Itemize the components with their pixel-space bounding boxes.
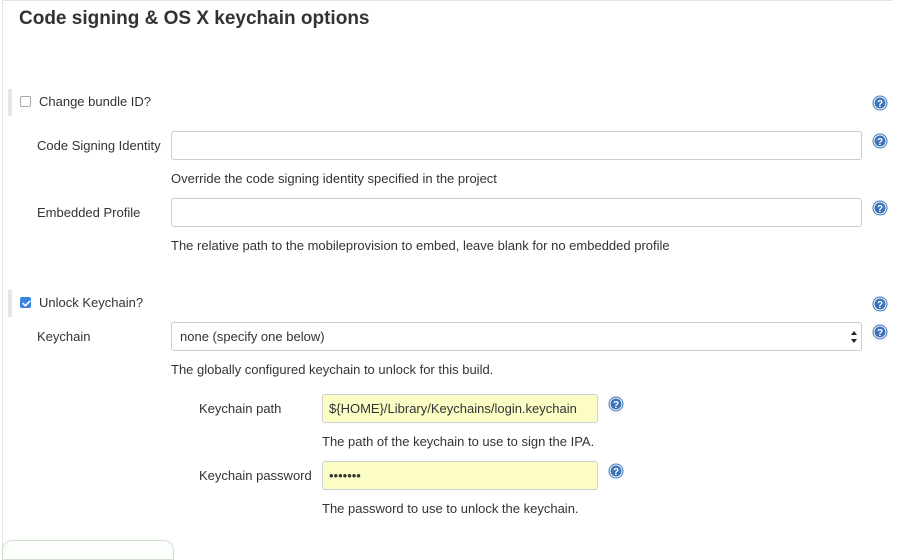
keychain-label: Keychain bbox=[37, 329, 91, 344]
option-marker-bar bbox=[8, 290, 12, 317]
checkmark-icon bbox=[22, 300, 31, 307]
embedded-profile-description: The relative path to the mobileprovision… bbox=[171, 238, 670, 253]
section-left-divider bbox=[2, 0, 3, 550]
svg-text:?: ? bbox=[877, 137, 883, 148]
help-icon[interactable]: ? bbox=[872, 95, 888, 111]
keychain-path-description: The path of the keychain to use to sign … bbox=[322, 434, 595, 449]
option-marker-bar bbox=[8, 89, 12, 116]
code-signing-section: Code signing & OS X keychain options Cha… bbox=[0, 0, 907, 560]
section-title: Code signing & OS X keychain options bbox=[19, 8, 370, 29]
svg-text:?: ? bbox=[613, 400, 619, 411]
svg-text:?: ? bbox=[877, 99, 883, 110]
keychain-select[interactable]: none (specify one below) bbox=[171, 322, 862, 351]
keychain-description: The globally configured keychain to unlo… bbox=[171, 362, 494, 377]
change-bundle-id-label[interactable]: Change bundle ID? bbox=[39, 94, 151, 109]
code-signing-identity-input[interactable] bbox=[171, 131, 862, 160]
change-bundle-id-checkbox[interactable] bbox=[20, 96, 31, 107]
help-icon[interactable]: ? bbox=[872, 296, 888, 312]
keychain-select-value: none (specify one below) bbox=[180, 329, 325, 344]
svg-text:?: ? bbox=[877, 300, 883, 311]
svg-text:?: ? bbox=[877, 204, 883, 215]
help-icon[interactable]: ? bbox=[608, 463, 624, 479]
keychain-password-label: Keychain password bbox=[199, 468, 312, 483]
keychain-path-label: Keychain path bbox=[199, 401, 282, 416]
help-icon[interactable]: ? bbox=[872, 324, 888, 340]
help-icon[interactable]: ? bbox=[608, 396, 624, 412]
section-top-divider bbox=[2, 0, 893, 1]
unlock-keychain-label[interactable]: Unlock Keychain? bbox=[39, 295, 143, 310]
bottom-panel-tab bbox=[2, 540, 174, 560]
embedded-profile-input[interactable] bbox=[171, 198, 862, 227]
svg-text:?: ? bbox=[877, 328, 883, 339]
select-arrows-icon bbox=[851, 331, 857, 343]
code-signing-identity-description: Override the code signing identity speci… bbox=[171, 171, 497, 186]
keychain-password-description: The password to use to unlock the keycha… bbox=[322, 501, 579, 516]
help-icon[interactable]: ? bbox=[872, 133, 888, 149]
help-icon[interactable]: ? bbox=[872, 200, 888, 216]
keychain-path-input[interactable] bbox=[322, 394, 598, 423]
unlock-keychain-checkbox[interactable] bbox=[20, 297, 31, 308]
embedded-profile-label: Embedded Profile bbox=[37, 205, 141, 220]
code-signing-identity-label: Code Signing Identity bbox=[37, 138, 161, 153]
svg-text:?: ? bbox=[613, 467, 619, 478]
keychain-password-input[interactable] bbox=[322, 461, 598, 490]
